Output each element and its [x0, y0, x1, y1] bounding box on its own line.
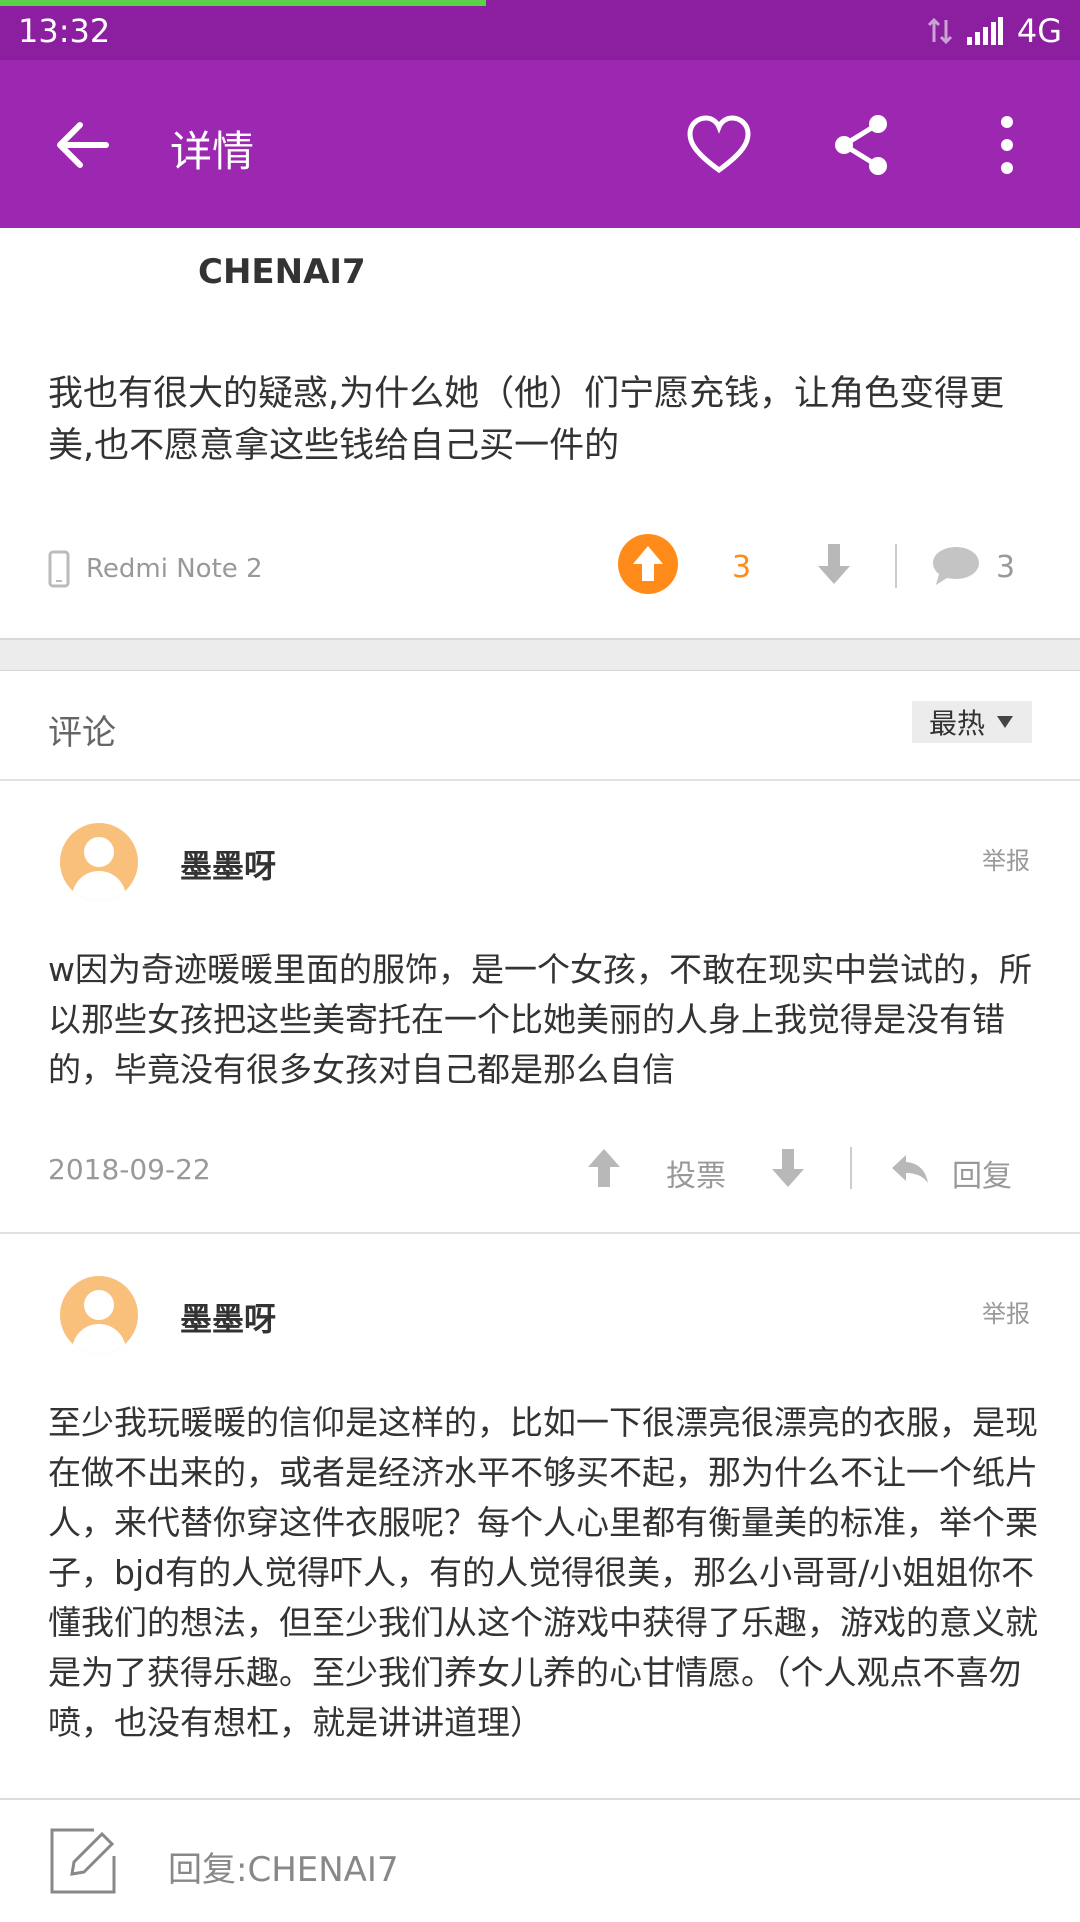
share-icon[interactable]: [828, 110, 898, 180]
arrow-up-icon: [633, 546, 663, 581]
dropdown-triangle-icon: [997, 716, 1013, 728]
section-gap: [0, 640, 1080, 671]
comment-text: 至少我玩暖暖的信仰是这样的，比如一下很漂亮很漂亮的衣服，是现在做不出来的，或者是…: [48, 1403, 1038, 1742]
post-comment-count: 3: [996, 550, 1016, 585]
report-link[interactable]: 举报: [982, 1294, 1030, 1329]
comment-actions: 2018-09-22 投票 回复: [48, 1145, 1032, 1195]
divider: [895, 544, 897, 588]
comment-text: w因为奇迹暖暖里面的服饰，是一个女孩，不敢在现实中尝试的，所以那些女孩把这些美寄…: [48, 950, 1032, 1089]
data-transfer-icon: [927, 17, 952, 45]
sort-value: 最热: [928, 707, 985, 740]
comments-header: 评论 最热: [0, 671, 1080, 781]
reply-input-placeholder[interactable]: 回复:CHENAI7: [168, 1842, 399, 1891]
page-load-progress: [0, 0, 486, 6]
downvote-icon[interactable]: [770, 1147, 806, 1189]
post-content: 我也有很大的疑惑,为什么她（他）们宁愿充钱，让角色变得更美,也不愿意拿这些钱给自…: [48, 374, 1005, 466]
vote-label[interactable]: 投票: [666, 1151, 726, 1195]
signal-icon: [966, 17, 1003, 45]
reply-bar[interactable]: 回复:CHENAI7: [0, 1798, 1080, 1922]
reply-label[interactable]: 回复: [952, 1151, 1012, 1195]
divider: [0, 1232, 1080, 1234]
post-vote-count: 3: [732, 550, 752, 585]
upvote-icon[interactable]: [586, 1147, 622, 1189]
back-arrow-icon[interactable]: [48, 110, 118, 180]
downvote-icon[interactable]: [814, 542, 854, 586]
more-options-icon[interactable]: [972, 110, 1042, 180]
comment-date: 2018-09-22: [48, 1153, 211, 1186]
status-time: 13:32: [18, 12, 111, 50]
avatar[interactable]: [60, 823, 138, 901]
sort-dropdown[interactable]: 最热: [912, 701, 1032, 743]
status-bar: 13:32 4G: [0, 0, 1080, 60]
reply-arrow-icon[interactable]: [890, 1153, 930, 1185]
post-author[interactable]: CHENAI7: [198, 252, 366, 292]
device-name: Redmi Note 2: [86, 554, 263, 584]
favorite-heart-icon[interactable]: [684, 110, 754, 180]
phone-icon: [48, 550, 70, 588]
edit-pencil-icon[interactable]: [48, 1826, 118, 1896]
comment-bubble-icon[interactable]: [930, 544, 982, 588]
page-title: 详情: [170, 127, 255, 176]
post-card: CHENAI7 我也有很大的疑惑,为什么她（他）们宁愿充钱，让角色变得更美,也不…: [0, 228, 1080, 640]
network-type: 4G: [1016, 12, 1062, 50]
upvote-button[interactable]: [618, 534, 678, 594]
avatar[interactable]: [60, 1276, 138, 1354]
comment-author[interactable]: 墨墨呀: [180, 1294, 276, 1340]
comment-author[interactable]: 墨墨呀: [180, 841, 276, 887]
report-link[interactable]: 举报: [982, 841, 1030, 876]
app-bar: 详情: [0, 60, 1080, 228]
comments-label: 评论: [48, 713, 116, 753]
divider: [850, 1147, 852, 1189]
